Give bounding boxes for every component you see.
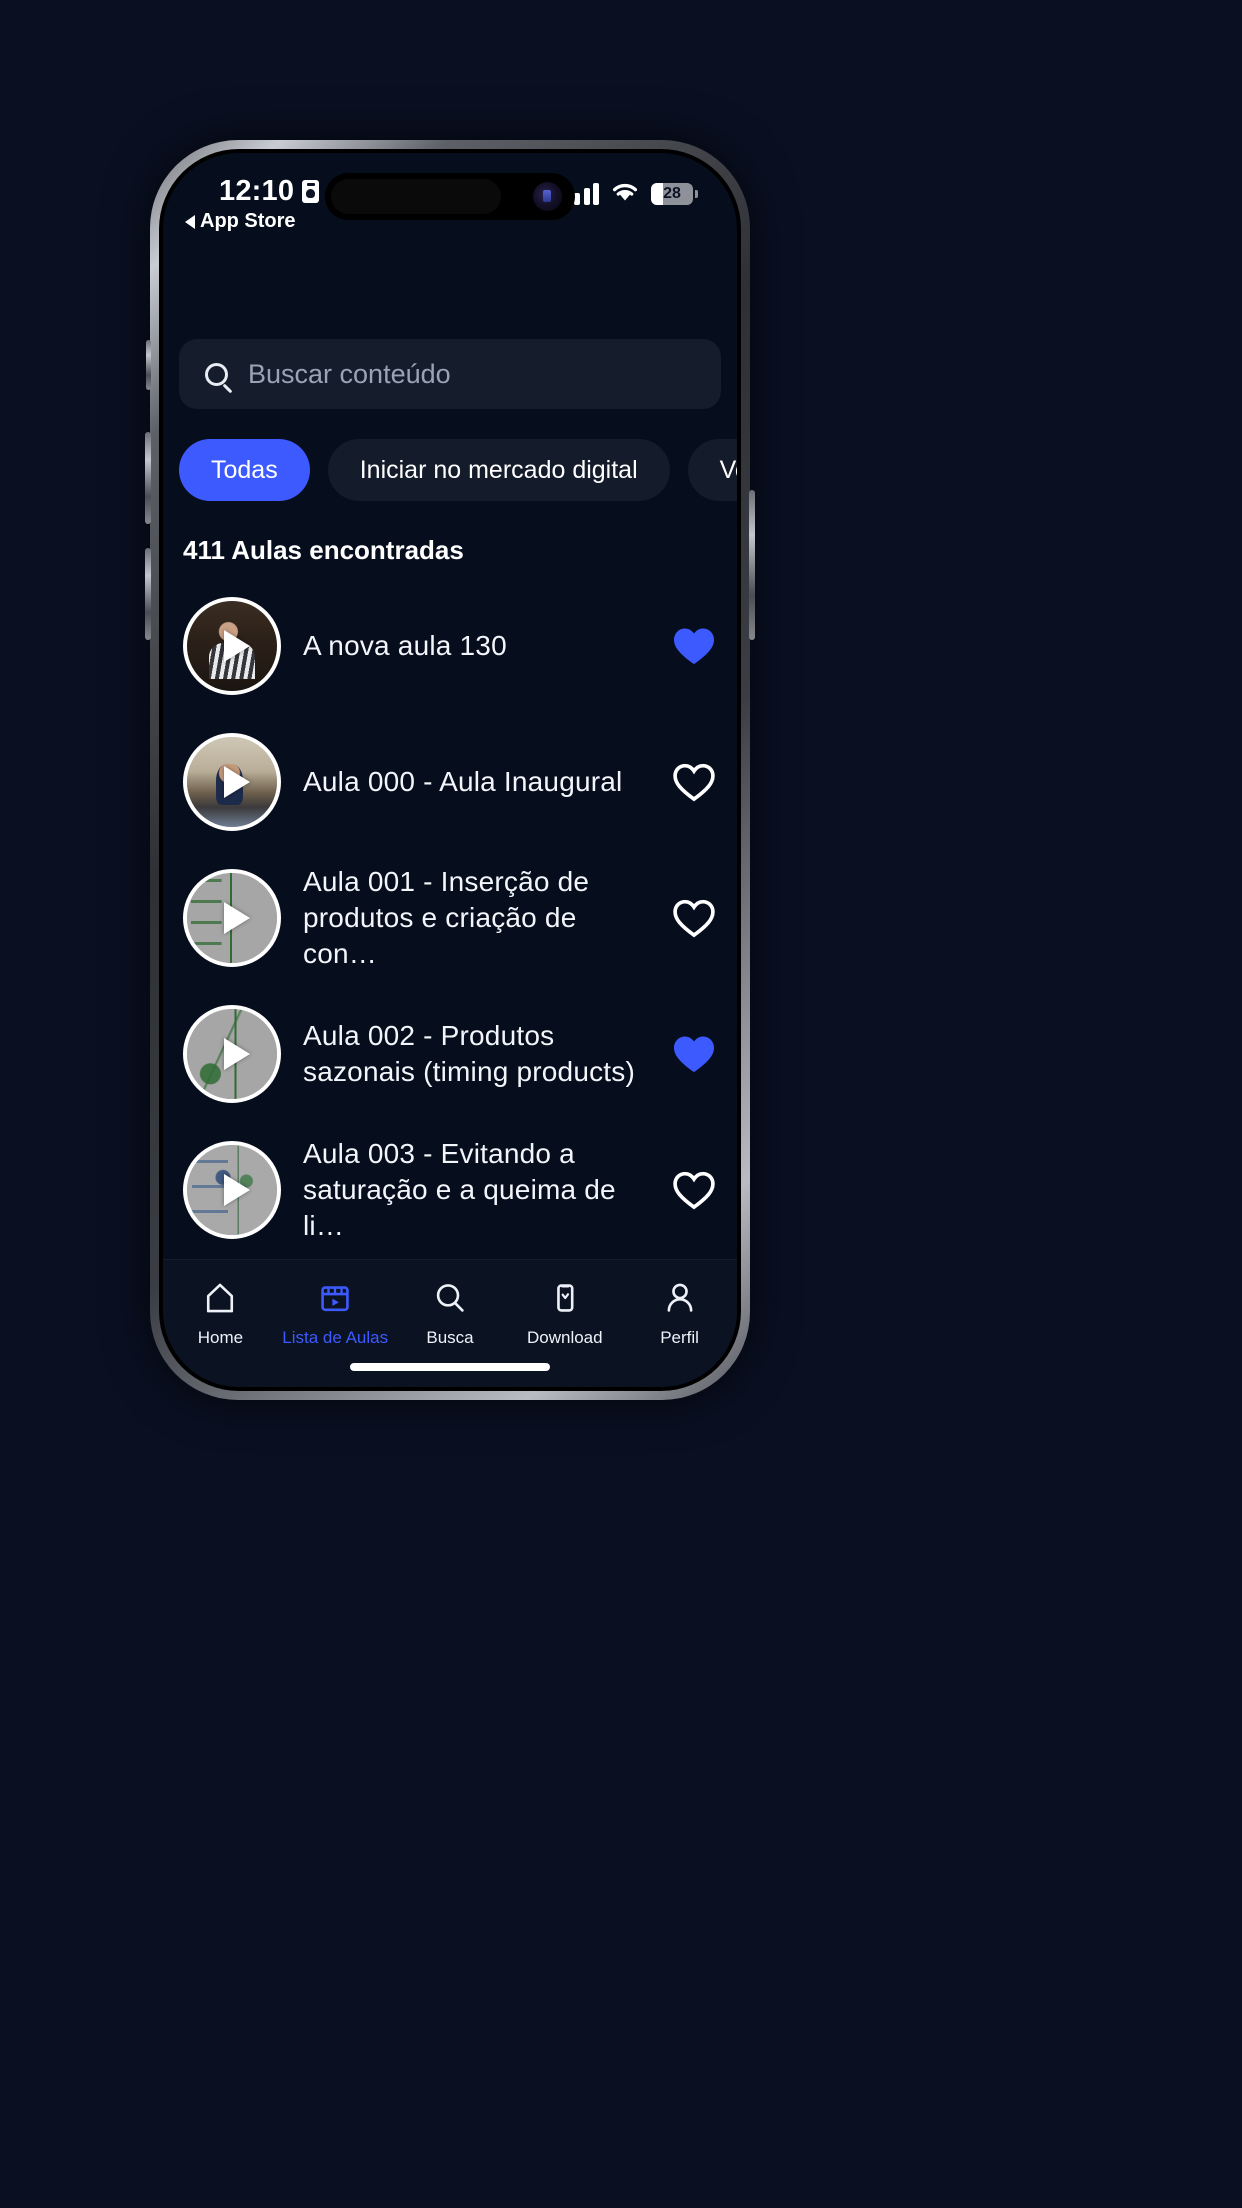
lesson-title: Aula 003 - Evitando a saturação e a quei…: [303, 1138, 616, 1241]
tab-busca[interactable]: Busca: [393, 1278, 508, 1348]
heart-filled-icon: [674, 628, 714, 665]
lesson-list[interactable]: A nova aula 130 Aula 000 - Aula Inaugura…: [163, 578, 737, 1259]
heart-outline-icon: [673, 1171, 715, 1210]
list-item[interactable]: A nova aula 130: [177, 578, 723, 714]
phone-download-icon: [548, 1278, 582, 1318]
tab-label: Busca: [426, 1328, 474, 1347]
tab-label: Home: [197, 1328, 244, 1347]
search-icon: [205, 362, 228, 386]
lesson-thumbnail[interactable]: [183, 733, 281, 831]
tab-home[interactable]: Home: [163, 1278, 278, 1348]
tab-perfil[interactable]: Perfil: [622, 1278, 737, 1348]
status-time-group: 12:10: [219, 175, 320, 208]
search-bar[interactable]: [179, 339, 721, 409]
favorite-button[interactable]: [671, 623, 717, 669]
home-icon: [203, 1278, 237, 1318]
tab-label: Lista de Aulas: [282, 1328, 389, 1347]
back-to-app-store[interactable]: App Store: [185, 210, 296, 233]
lesson-title: A nova aula 130: [303, 630, 507, 662]
tab-lista-de-aulas[interactable]: Lista de Aulas: [278, 1278, 393, 1348]
play-icon: [224, 766, 250, 798]
back-label: App Store: [200, 210, 296, 232]
results-count: 411 Aulas encontradas: [183, 535, 464, 565]
battery-percent: 28: [663, 185, 681, 202]
home-indicator[interactable]: [350, 1363, 550, 1371]
silent-switch[interactable]: [146, 340, 151, 390]
status-time: 12:10: [219, 175, 295, 207]
tab-label: Download: [526, 1328, 603, 1347]
filter-chips[interactable]: Todas Iniciar no mercado digital Vendas: [163, 439, 737, 501]
battery-icon: 28: [651, 183, 698, 205]
volume-down-button[interactable]: [145, 548, 151, 640]
screenshot-canvas: 12:10 App Store 28 Buscar conteúdo Todas…: [0, 0, 1242, 2208]
phone-frame: 12:10 App Store 28 Buscar conteúdo Todas…: [145, 140, 755, 1400]
search-input[interactable]: [248, 358, 695, 390]
dynamic-island: [325, 173, 575, 220]
lesson-thumbnail[interactable]: [183, 1005, 281, 1103]
lesson-title: Aula 002 - Produtos sazonais (timing pro…: [303, 1020, 635, 1087]
volume-up-button[interactable]: [145, 432, 151, 524]
filter-chip-iniciar-no-mercado-digital[interactable]: Iniciar no mercado digital: [327, 439, 670, 501]
favorite-button[interactable]: [671, 759, 717, 805]
search-icon: [433, 1278, 467, 1318]
tab-label: Perfil: [660, 1328, 699, 1347]
lesson-title: Aula 001 - Inserção de produtos e criaçã…: [303, 866, 590, 969]
favorite-button[interactable]: [671, 1031, 717, 1077]
app-content: Todas Iniciar no mercado digital Vendas …: [163, 261, 737, 1387]
back-caret-icon: [185, 214, 195, 229]
heart-filled-icon: [674, 1036, 714, 1073]
list-item[interactable]: Aula 001 - Inserção de produtos e criaçã…: [177, 850, 723, 986]
heart-outline-icon: [673, 899, 715, 938]
filter-chip-todas[interactable]: Todas: [179, 439, 310, 501]
play-icon: [224, 1174, 250, 1206]
status-indicators: 28: [564, 181, 698, 207]
front-camera-icon: [533, 182, 562, 211]
play-icon: [224, 630, 250, 662]
lesson-title: Aula 000 - Aula Inaugural: [303, 766, 623, 798]
favorite-button[interactable]: [671, 1167, 717, 1213]
phone-bezel: 12:10 App Store 28 Buscar conteúdo Todas…: [159, 149, 741, 1391]
tab-download[interactable]: Download: [507, 1278, 622, 1348]
power-button[interactable]: [749, 490, 755, 640]
phone-screen: 12:10 App Store 28 Buscar conteúdo Todas…: [163, 153, 737, 1387]
contact-card-icon: [302, 180, 320, 203]
list-item[interactable]: Aula 003 - Evitando a saturação e a quei…: [177, 1122, 723, 1258]
lesson-thumbnail[interactable]: [183, 869, 281, 967]
lesson-thumbnail[interactable]: [183, 597, 281, 695]
list-item[interactable]: Aula 000 - Aula Inaugural: [177, 714, 723, 850]
heart-outline-icon: [673, 763, 715, 802]
wifi-icon: [611, 181, 639, 207]
play-icon: [224, 902, 250, 934]
favorite-button[interactable]: [671, 895, 717, 941]
island-pill: [331, 179, 501, 214]
person-icon: [663, 1278, 697, 1318]
filter-chip-vendas[interactable]: Vendas: [687, 439, 737, 501]
clapperboard-play-icon: [318, 1278, 352, 1318]
play-icon: [224, 1038, 250, 1070]
status-bar: 12:10 App Store 28: [163, 153, 737, 261]
lesson-thumbnail[interactable]: [183, 1141, 281, 1239]
list-item[interactable]: Aula 002 - Produtos sazonais (timing pro…: [177, 986, 723, 1122]
